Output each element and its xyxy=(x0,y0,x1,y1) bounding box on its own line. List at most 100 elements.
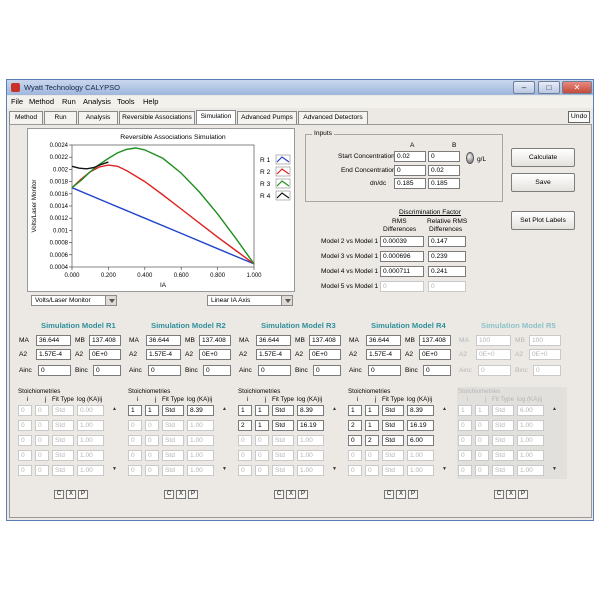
stoich-j-field[interactable]: 0 xyxy=(475,465,489,476)
stoich-i-field[interactable]: 0 xyxy=(128,435,142,446)
stoich-j-field[interactable]: 0 xyxy=(35,465,49,476)
a2-field[interactable]: 1.57E-4 xyxy=(146,349,181,360)
fit-type-field[interactable]: Std xyxy=(272,420,294,431)
stoich-i-field[interactable]: 1 xyxy=(128,405,142,416)
paste-button[interactable]: P xyxy=(78,490,88,499)
stoich-j-field[interactable]: 0 xyxy=(255,435,269,446)
undo-button[interactable]: Undo xyxy=(568,111,590,123)
fit-type-field[interactable]: Std xyxy=(52,435,74,446)
ma-field[interactable]: 100 xyxy=(476,335,511,346)
x-axis-dropdown[interactable]: Linear IA Axis xyxy=(207,295,293,306)
stoich-j-field[interactable]: 0 xyxy=(475,450,489,461)
stoich-i-field[interactable]: 0 xyxy=(128,465,142,476)
stoich-i-field[interactable]: 0 xyxy=(18,405,32,416)
fit-type-field[interactable]: Std xyxy=(382,405,404,416)
clear-button[interactable]: C xyxy=(384,490,394,499)
logk-field[interactable]: 1.00 xyxy=(517,435,544,446)
ainc-field[interactable]: 0 xyxy=(148,365,181,376)
fit-type-field[interactable]: Std xyxy=(162,435,184,446)
remove-button[interactable]: X xyxy=(396,490,406,499)
scroll-up-icon[interactable]: ▲ xyxy=(222,406,227,412)
tab-run[interactable]: Run xyxy=(44,111,77,124)
unit-knob[interactable] xyxy=(466,152,474,164)
stoich-j-field[interactable]: 0 xyxy=(145,465,159,476)
ainc-field[interactable]: 0 xyxy=(258,365,291,376)
tab-reversible-associations[interactable]: Reversible Associations xyxy=(119,111,195,124)
stoich-j-field[interactable]: 0 xyxy=(255,450,269,461)
scroll-down-icon[interactable]: ▼ xyxy=(222,466,227,472)
clear-button[interactable]: C xyxy=(164,490,174,499)
stoich-j-field[interactable]: 0 xyxy=(365,465,379,476)
stoich-i-field[interactable]: 0 xyxy=(348,435,362,446)
scroll-down-icon[interactable]: ▼ xyxy=(112,466,117,472)
stoich-i-field[interactable]: 1 xyxy=(458,405,472,416)
logk-field[interactable]: 1.00 xyxy=(517,420,544,431)
logk-field[interactable]: 6.00 xyxy=(407,435,434,446)
fit-type-field[interactable]: Std xyxy=(52,450,74,461)
menu-method[interactable]: Method xyxy=(29,97,54,106)
stoich-j-field[interactable]: 0 xyxy=(255,465,269,476)
binc-field[interactable]: 0 xyxy=(533,365,561,376)
stoich-j-field[interactable]: 2 xyxy=(365,435,379,446)
fit-type-field[interactable]: Std xyxy=(382,420,404,431)
stoich-i-field[interactable]: 0 xyxy=(458,450,472,461)
stoich-j-field[interactable]: 1 xyxy=(475,405,489,416)
scroll-up-icon[interactable]: ▲ xyxy=(442,406,447,412)
stoich-i-field[interactable]: 0 xyxy=(458,435,472,446)
ma-field[interactable]: 36.644 xyxy=(366,335,401,346)
binc-field[interactable]: 0 xyxy=(203,365,231,376)
scroll-down-icon[interactable]: ▼ xyxy=(552,466,557,472)
logk-field[interactable]: 1.00 xyxy=(77,435,104,446)
a2-b-field[interactable]: 0E+0 xyxy=(419,349,451,360)
ainc-field[interactable]: 0 xyxy=(38,365,71,376)
stoich-i-field[interactable]: 0 xyxy=(128,450,142,461)
fit-type-field[interactable]: Std xyxy=(382,450,404,461)
logk-field[interactable]: 6.00 xyxy=(517,405,544,416)
stoich-i-field[interactable]: 2 xyxy=(238,420,252,431)
stoich-i-field[interactable]: 0 xyxy=(238,450,252,461)
stoich-j-field[interactable]: 0 xyxy=(35,435,49,446)
stoich-i-field[interactable]: 1 xyxy=(238,405,252,416)
ainc-field[interactable]: 0 xyxy=(368,365,401,376)
logk-field[interactable]: 1.00 xyxy=(517,465,544,476)
stoich-j-field[interactable]: 1 xyxy=(145,405,159,416)
minimize-button[interactable]: – xyxy=(513,81,535,94)
paste-button[interactable]: P xyxy=(298,490,308,499)
menu-help[interactable]: Help xyxy=(143,97,158,106)
dndc-a-field[interactable]: 0.185 xyxy=(394,178,426,189)
maximize-button[interactable]: □ xyxy=(538,81,560,94)
menu-analysis[interactable]: Analysis xyxy=(83,97,111,106)
save-button[interactable]: Save xyxy=(511,173,575,192)
menu-file[interactable]: File xyxy=(11,97,23,106)
stoich-j-field[interactable]: 1 xyxy=(255,420,269,431)
stoich-i-field[interactable]: 0 xyxy=(18,420,32,431)
calculate-button[interactable]: Calculate xyxy=(511,148,575,167)
stoich-i-field[interactable]: 0 xyxy=(348,450,362,461)
logk-field[interactable]: 1.00 xyxy=(187,435,214,446)
stoich-i-field[interactable]: 0 xyxy=(458,420,472,431)
logk-field[interactable]: 1.00 xyxy=(77,465,104,476)
fit-type-field[interactable]: Std xyxy=(382,465,404,476)
logk-field[interactable]: 1.00 xyxy=(407,450,434,461)
logk-field[interactable]: 8.39 xyxy=(407,405,434,416)
ma-field[interactable]: 36.644 xyxy=(146,335,181,346)
mb-field[interactable]: 137.408 xyxy=(309,335,341,346)
logk-field[interactable]: 1.00 xyxy=(187,420,214,431)
stoich-i-field[interactable]: 0 xyxy=(348,465,362,476)
stoich-j-field[interactable]: 0 xyxy=(145,435,159,446)
remove-button[interactable]: X xyxy=(286,490,296,499)
fit-type-field[interactable]: Std xyxy=(272,450,294,461)
tab-analysis[interactable]: Analysis xyxy=(78,111,118,124)
stoich-i-field[interactable]: 0 xyxy=(18,465,32,476)
logk-field[interactable]: 16.19 xyxy=(407,420,434,431)
fit-type-field[interactable]: Std xyxy=(492,450,514,461)
mb-field[interactable]: 100 xyxy=(529,335,561,346)
logk-field[interactable]: 0.00 xyxy=(77,405,104,416)
remove-button[interactable]: X xyxy=(176,490,186,499)
logk-field[interactable]: 1.00 xyxy=(77,420,104,431)
a2-field[interactable]: 0E+0 xyxy=(476,349,511,360)
mb-field[interactable]: 137.408 xyxy=(419,335,451,346)
tab-method[interactable]: Method xyxy=(9,111,43,124)
logk-field[interactable]: 1.00 xyxy=(297,435,324,446)
tab-advanced-detectors[interactable]: Advanced Detectors xyxy=(298,111,368,124)
